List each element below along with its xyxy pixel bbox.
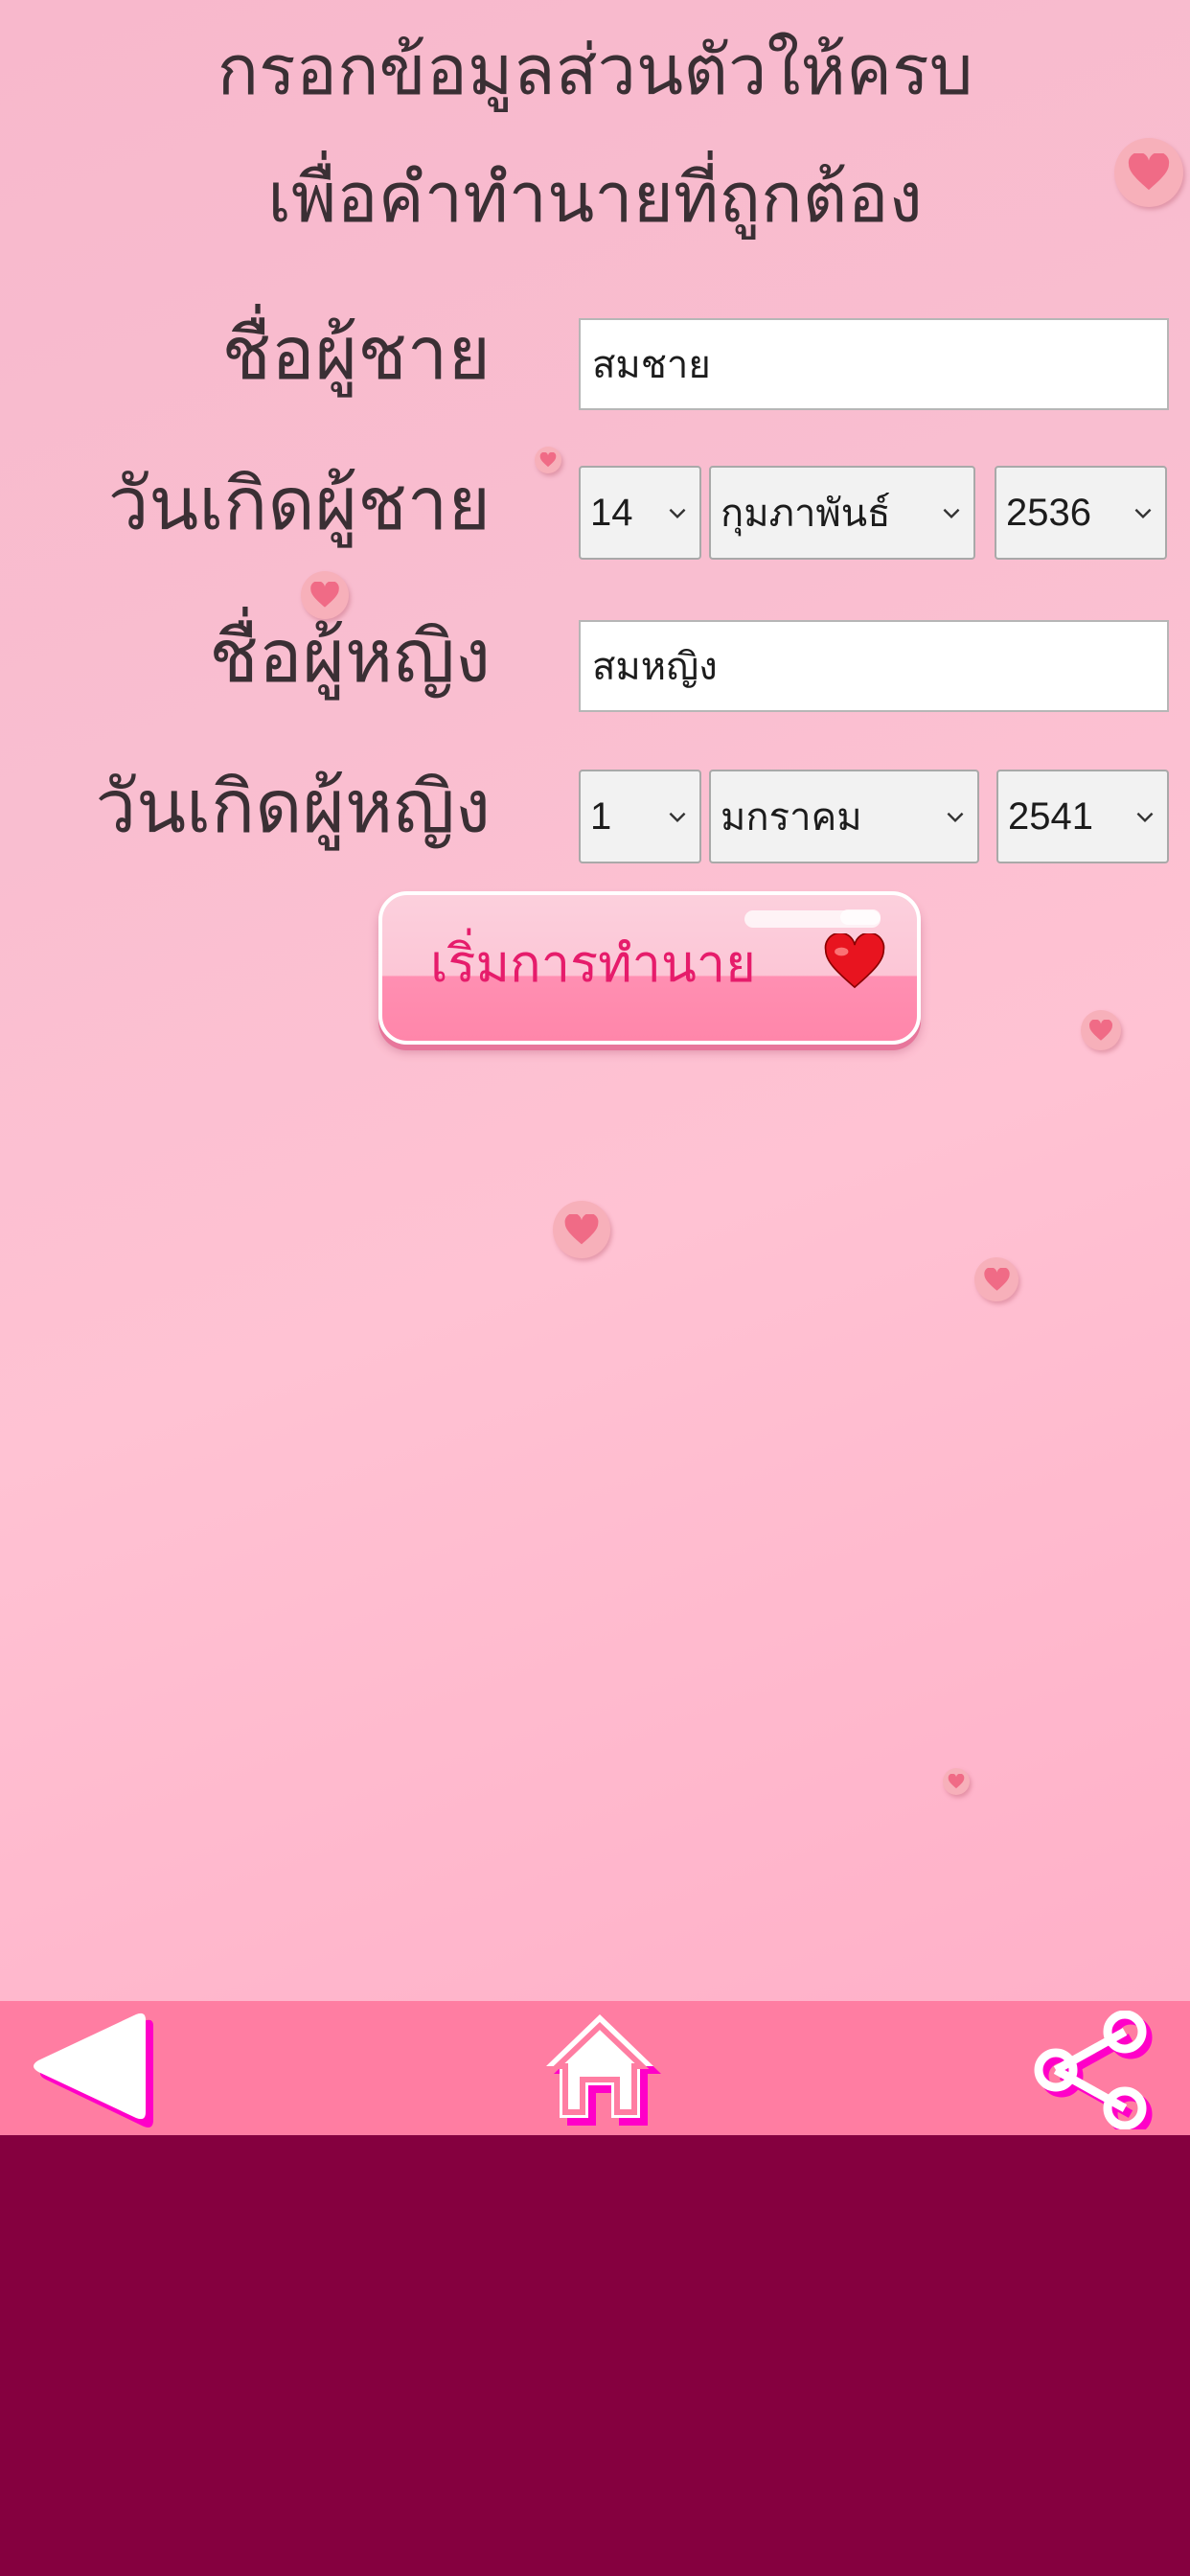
female-name-value: สมหญิง <box>592 646 718 688</box>
female-name-input[interactable]: สมหญิง <box>579 620 1169 712</box>
back-triangle-icon <box>34 2012 153 2128</box>
heart-icon <box>824 933 885 989</box>
male-name-label: ชื่อผู้ชาย <box>221 310 491 396</box>
bottom-navbar <box>0 2001 1190 2136</box>
home-icon <box>546 2014 661 2126</box>
share-button[interactable] <box>1033 2010 1156 2136</box>
male-birth-year-select[interactable]: 2536 <box>995 466 1167 560</box>
bottom-area <box>0 2135 1190 2576</box>
decorative-heart-icon <box>1081 1010 1121 1050</box>
home-button[interactable] <box>542 2011 667 2131</box>
chevron-down-icon <box>669 508 686 519</box>
chevron-down-icon <box>1134 508 1152 519</box>
female-birth-year-value: 2541 <box>1008 794 1093 838</box>
male-name-input[interactable]: สมชาย <box>579 318 1169 410</box>
female-birth-day-select[interactable]: 1 <box>579 770 701 863</box>
page-subtitle: เพื่อคำทำนายที่ถูกต้อง <box>267 157 923 238</box>
start-prediction-label: เริ่มการทำนาย <box>430 933 756 994</box>
back-button[interactable] <box>29 2011 163 2131</box>
page-title: กรอกข้อมูลส่วนตัวให้ครบ <box>217 30 973 110</box>
app-screen: กรอกข้อมูลส่วนตัวให้ครบ เพื่อคำทำนายที่ถ… <box>0 0 1190 2001</box>
female-birth-day-value: 1 <box>590 794 612 838</box>
female-birth-month-select[interactable]: มกราคม <box>709 770 979 863</box>
decorative-heart-icon <box>943 1768 970 1795</box>
share-icon <box>1034 2010 1153 2136</box>
decorative-heart-icon <box>535 447 561 473</box>
chevron-down-icon <box>1136 812 1154 823</box>
female-birth-label: วันเกิดผู้หญิง <box>95 764 491 849</box>
start-prediction-button[interactable]: เริ่มการทำนาย <box>378 891 921 1045</box>
female-birth-month-value: มกราคม <box>721 796 862 839</box>
chevron-down-icon <box>943 508 960 519</box>
male-birth-year-value: 2536 <box>1006 491 1091 534</box>
decorative-heart-icon <box>553 1201 610 1258</box>
female-name-label: ชื่อผู้หญิง <box>209 613 491 699</box>
male-birth-label: วันเกิดผู้ชาย <box>107 461 491 546</box>
male-birth-day-value: 14 <box>590 491 633 534</box>
decorative-heart-icon <box>974 1257 1018 1301</box>
chevron-down-icon <box>947 812 964 823</box>
male-birth-month-value: กุมภาพันธ์ <box>721 493 891 535</box>
male-birth-day-select[interactable]: 14 <box>579 466 701 560</box>
male-name-value: สมชาย <box>592 344 711 386</box>
chevron-down-icon <box>669 812 686 823</box>
female-birth-year-select[interactable]: 2541 <box>996 770 1169 863</box>
button-shine <box>840 909 881 925</box>
decorative-heart-icon <box>301 571 349 619</box>
male-birth-month-select[interactable]: กุมภาพันธ์ <box>709 466 975 560</box>
